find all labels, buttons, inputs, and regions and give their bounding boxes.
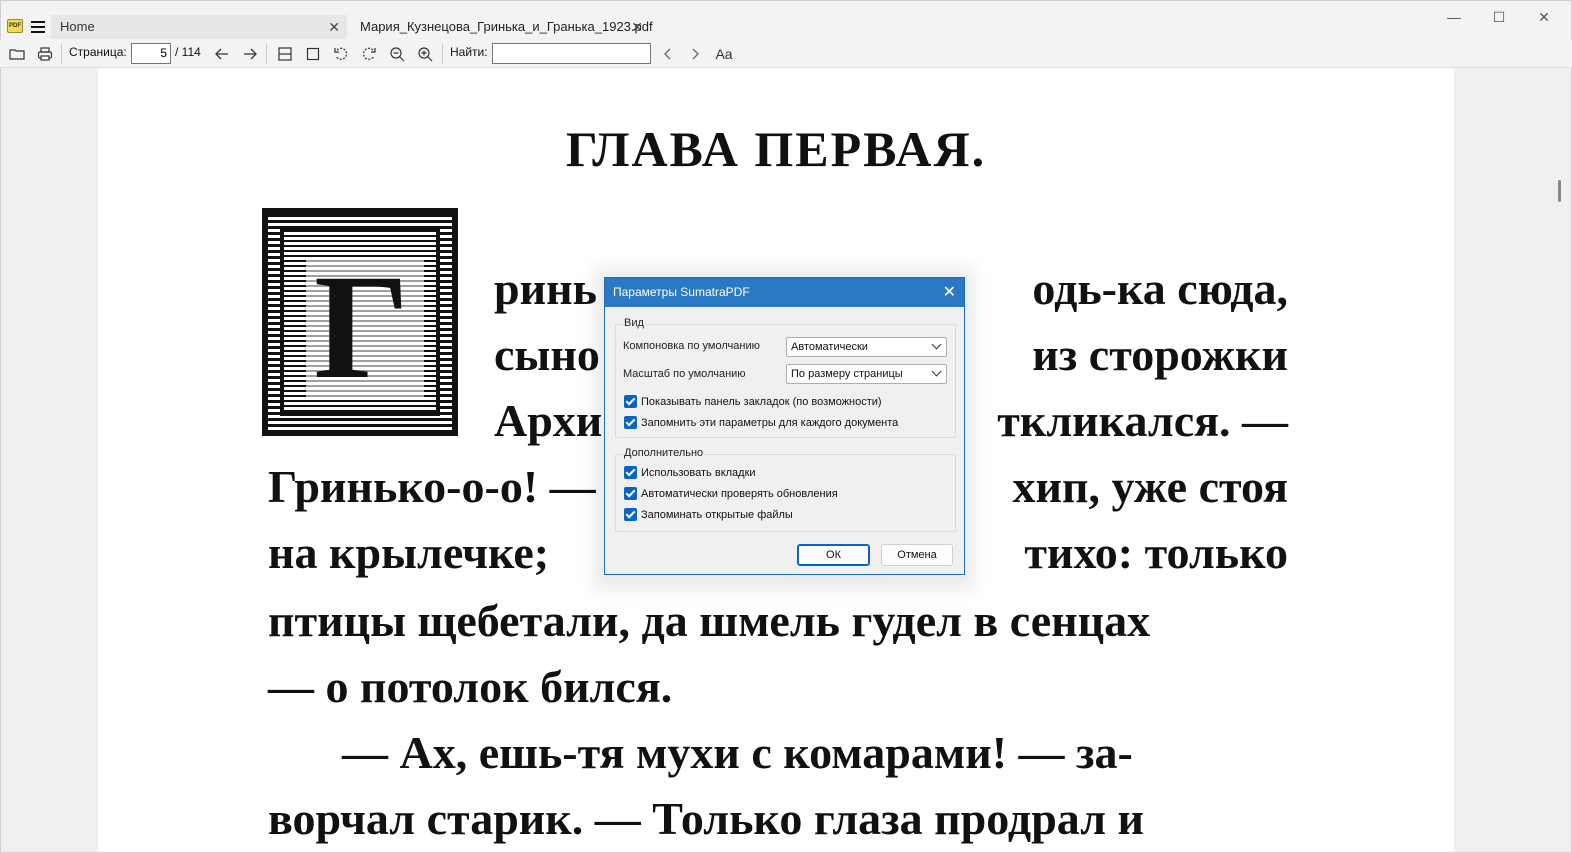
remember-files-checkbox[interactable]: Запоминать открытые файлы: [624, 508, 793, 521]
close-tab-icon[interactable]: ✕: [631, 15, 643, 39]
checkbox-checked-icon[interactable]: [624, 508, 637, 521]
show-bookmarks-label: Показывать панель закладок (по возможнос…: [641, 395, 882, 408]
view-group: Вид Компоновка по умолчанию Автоматическ…: [615, 317, 956, 438]
zoom-out-icon[interactable]: [387, 44, 407, 64]
advanced-group: Дополнительно Использовать вкладки Автом…: [615, 447, 956, 532]
zoom-select-value: По размеру страницы: [791, 368, 903, 380]
text-line: ринь: [494, 263, 597, 314]
text-line: из сторожки: [1032, 329, 1288, 380]
zoom-in-icon[interactable]: [415, 44, 435, 64]
layout-select-value: Автоматически: [791, 341, 868, 353]
decorative-initial-icon: Г: [262, 208, 458, 436]
close-icon[interactable]: ✕: [943, 278, 956, 307]
tab-home-label: Home: [60, 19, 95, 34]
fit-page-icon[interactable]: [303, 44, 323, 64]
text-line: тихо: только: [1024, 527, 1288, 578]
toolbar-separator: [61, 44, 62, 64]
previous-page-icon[interactable]: [212, 44, 232, 64]
page-total: / 114: [175, 45, 201, 59]
text-line: на крылечке;: [268, 527, 550, 578]
settings-dialog: Параметры SumatraPDF ✕ Вид Компоновка по…: [604, 277, 965, 575]
text-line: Гринько-о-о! —: [268, 461, 596, 512]
layout-select[interactable]: Автоматически: [786, 337, 947, 357]
use-tabs-checkbox[interactable]: Использовать вкладки: [624, 466, 756, 479]
text-line: Архи: [494, 395, 603, 446]
text-line: — Ах, ешь-тя мухи с комарами! — за-: [342, 727, 1133, 778]
checkbox-checked-icon[interactable]: [624, 466, 637, 479]
text-line: хип, уже стоя: [1012, 461, 1288, 512]
checkbox-checked-icon[interactable]: [624, 395, 637, 408]
find-next-icon[interactable]: [685, 44, 705, 64]
auto-updates-label: Автоматически проверять обновления: [641, 487, 838, 500]
chevron-down-icon: [931, 366, 942, 377]
toolbar-separator: [266, 44, 267, 64]
remember-params-label: Запомнить эти параметры для каждого доку…: [641, 416, 899, 429]
use-tabs-label: Использовать вкладки: [641, 466, 756, 479]
ok-button[interactable]: ОК: [797, 544, 870, 566]
open-folder-icon[interactable]: [7, 44, 27, 64]
rotate-left-icon[interactable]: [331, 44, 351, 64]
minimize-button[interactable]: —: [1431, 3, 1477, 31]
text-line: птицы щебетали, да шмель гудел в сенцах: [268, 595, 1151, 646]
tab-document-label: Мария_Кузнецова_Гринька_и_Гранька_1923.p…: [360, 19, 653, 34]
close-window-button[interactable]: ✕: [1521, 3, 1567, 31]
close-tab-icon[interactable]: ✕: [328, 15, 340, 39]
initial-letter: Г: [314, 244, 410, 410]
text-line: сыно: [494, 329, 600, 380]
tab-home[interactable]: Home ✕: [51, 15, 347, 39]
cancel-button[interactable]: Отмена: [881, 544, 953, 566]
layout-label: Компоновка по умолчанию: [623, 340, 760, 352]
fit-width-icon[interactable]: [275, 44, 295, 64]
title-bar: PDF Home ✕ Мария_Кузнецова_Гринька_и_Гра…: [0, 0, 1572, 40]
dialog-title-bar[interactable]: Параметры SumatraPDF ✕: [605, 278, 964, 307]
print-icon[interactable]: [35, 44, 55, 64]
checkbox-checked-icon[interactable]: [624, 416, 637, 429]
page-number-input[interactable]: 5: [131, 43, 171, 64]
view-group-label: Вид: [623, 317, 645, 329]
vertical-scrollbar-thumb[interactable]: [1558, 180, 1561, 202]
maximize-button[interactable]: ☐: [1476, 3, 1522, 31]
auto-updates-checkbox[interactable]: Автоматически проверять обновления: [624, 487, 838, 500]
toolbar: Страница: 5 / 114 Найти: Aa: [0, 40, 1572, 68]
text-line: ткликался. —: [997, 395, 1288, 446]
next-page-icon[interactable]: [240, 44, 260, 64]
menu-icon[interactable]: [31, 21, 45, 33]
remember-files-label: Запоминать открытые файлы: [641, 508, 793, 521]
tab-document[interactable]: Мария_Кузнецова_Гринька_и_Гранька_1923.p…: [351, 15, 653, 39]
text-line: — о потолок бился.: [268, 661, 673, 712]
zoom-select[interactable]: По размеру страницы: [786, 364, 947, 384]
chapter-heading: ГЛАВА ПЕРВАЯ.: [565, 121, 987, 177]
toolbar-separator: [442, 44, 443, 64]
dialog-title: Параметры SumatraPDF: [613, 285, 750, 299]
remember-params-checkbox[interactable]: Запомнить эти параметры для каждого доку…: [624, 416, 898, 429]
match-case-icon[interactable]: Aa: [712, 44, 736, 64]
find-input[interactable]: [492, 43, 651, 64]
rotate-right-icon[interactable]: [359, 44, 379, 64]
find-previous-icon[interactable]: [658, 44, 678, 64]
advanced-group-label: Дополнительно: [623, 447, 705, 459]
text-line: одь-ка сюда,: [1032, 263, 1288, 314]
show-bookmarks-checkbox[interactable]: Показывать панель закладок (по возможнос…: [624, 395, 882, 408]
checkbox-checked-icon[interactable]: [624, 487, 637, 500]
find-label: Найти:: [450, 45, 488, 59]
zoom-label: Масштаб по умолчанию: [623, 368, 746, 380]
chevron-down-icon: [931, 339, 942, 350]
app-logo-icon: PDF: [7, 19, 23, 33]
text-line: ворчал старик. — Только глаза продрал и: [268, 793, 1144, 844]
page-label: Страница:: [69, 45, 127, 59]
